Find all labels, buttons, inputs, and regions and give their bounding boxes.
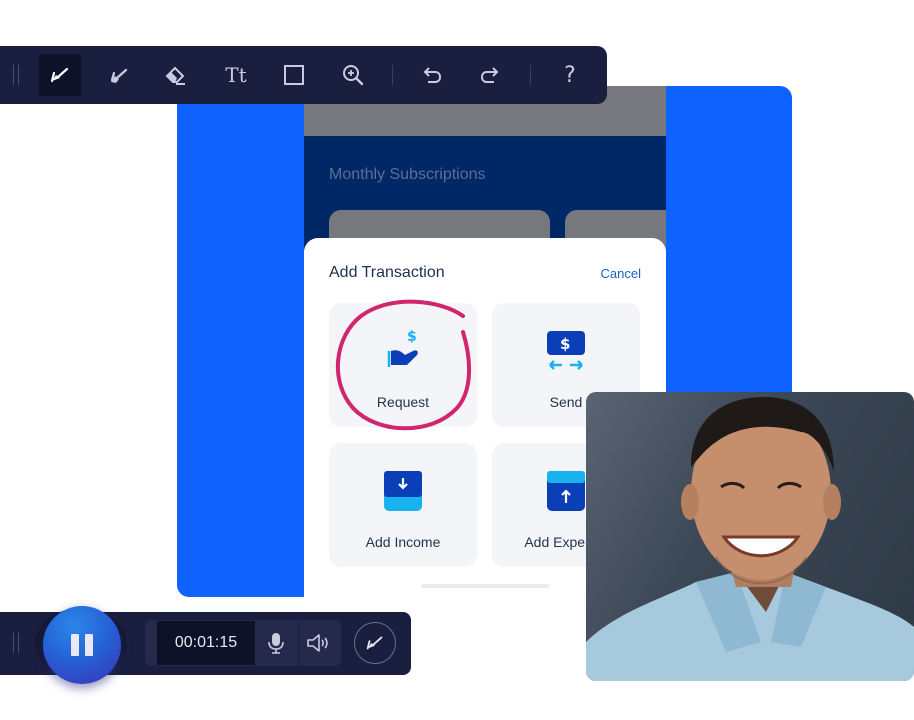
rectangle-icon xyxy=(284,65,304,85)
cancel-button[interactable]: Cancel xyxy=(601,266,641,281)
home-indicator xyxy=(421,584,549,588)
microphone-button[interactable] xyxy=(257,620,295,666)
tile-label: Add Income xyxy=(365,534,441,550)
request-money-icon: $ xyxy=(387,329,418,367)
eraser-icon xyxy=(165,66,185,85)
drag-handle[interactable] xyxy=(13,633,19,653)
rectangle-tool-button[interactable] xyxy=(273,54,315,96)
toolbar-divider xyxy=(392,65,393,85)
pen-icon xyxy=(366,636,383,650)
redo-button[interactable] xyxy=(469,54,511,96)
drag-handle[interactable] xyxy=(13,65,19,85)
undo-button[interactable] xyxy=(411,54,453,96)
request-tile[interactable]: $ Request xyxy=(329,303,477,427)
add-expense-icon xyxy=(547,471,585,511)
pen-icon xyxy=(50,67,69,83)
add-income-icon xyxy=(384,471,422,511)
help-button[interactable]: ? xyxy=(549,54,591,96)
text-tool-button[interactable]: Tt xyxy=(215,54,257,96)
help-icon: ? xyxy=(564,62,576,88)
recording-status-group: 00:01:15 xyxy=(145,620,341,666)
webcam-feed xyxy=(586,392,914,681)
recording-controls: 00:01:15 xyxy=(0,606,411,684)
zoom-tool-button[interactable] xyxy=(332,54,374,96)
subscriptions-section: Monthly Subscriptions xyxy=(304,136,666,210)
redo-icon xyxy=(480,67,499,83)
pen-tool-button[interactable] xyxy=(39,54,81,96)
annotation-toolbar: Tt ? xyxy=(0,46,607,104)
microphone-icon xyxy=(268,633,284,654)
svg-text:$: $ xyxy=(407,329,417,345)
text-icon: Tt xyxy=(225,63,247,87)
highlighter-tool-button[interactable] xyxy=(98,54,140,96)
section-title: Monthly Subscriptions xyxy=(329,166,486,183)
send-money-icon: $ xyxy=(547,331,585,370)
person-photo xyxy=(586,397,914,681)
highlighter-icon xyxy=(110,68,128,83)
speaker-button[interactable] xyxy=(298,620,338,666)
recording-timer: 00:01:15 xyxy=(157,621,255,665)
modal-title: Add Transaction xyxy=(329,264,445,281)
draw-button[interactable] xyxy=(354,622,396,664)
svg-text:$: $ xyxy=(560,335,570,353)
add-income-tile[interactable]: Add Income xyxy=(329,443,477,567)
undo-icon xyxy=(423,67,442,83)
pause-icon xyxy=(71,634,79,656)
zoom-in-icon xyxy=(343,65,364,86)
pause-button[interactable] xyxy=(43,606,121,684)
speaker-icon xyxy=(306,634,328,652)
tile-label: Request xyxy=(376,394,430,410)
eraser-tool-button[interactable] xyxy=(155,54,197,96)
toolbar-divider xyxy=(530,65,531,85)
